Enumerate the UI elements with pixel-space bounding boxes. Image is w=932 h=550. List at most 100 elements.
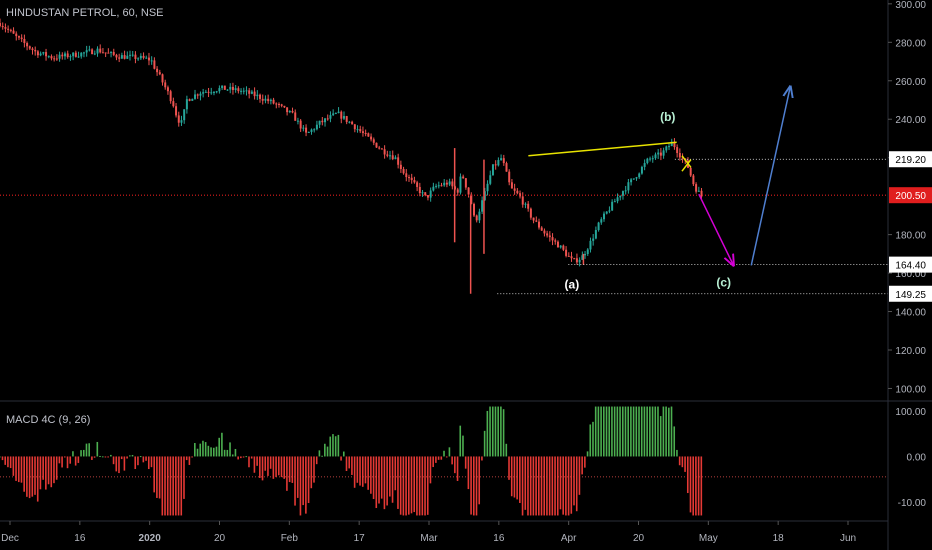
macd-bar: [283, 456, 285, 479]
macd-bar: [594, 406, 597, 457]
macd-bar: [26, 456, 28, 497]
candle-body: [237, 88, 240, 92]
candle-body: [407, 177, 410, 179]
macd-bar: [540, 456, 543, 516]
candle-body: [55, 58, 58, 60]
candle-body: [123, 55, 126, 59]
candle-body: [240, 90, 243, 92]
candle-body: [676, 147, 679, 154]
candle-body: [275, 103, 278, 105]
price-tick-label: 140.00: [895, 308, 926, 319]
macd-bar: [535, 456, 537, 516]
candle-body: [405, 173, 408, 178]
macd-bar: [64, 456, 66, 458]
macd-bar: [110, 454, 112, 457]
macd-bar: [50, 456, 53, 488]
time-tick-label: Mar: [420, 533, 438, 544]
candle-body: [516, 190, 519, 194]
macd-bar: [608, 406, 611, 457]
macd-bar: [326, 446, 329, 457]
macd-bar: [259, 456, 261, 478]
candle-body: [245, 90, 248, 92]
candle-body: [166, 87, 169, 92]
macd-bar: [483, 430, 486, 457]
macd-bar: [556, 456, 559, 516]
macd-bar: [570, 456, 573, 514]
macd-bar: [28, 456, 31, 499]
candle-body: [429, 190, 432, 198]
macd-bar: [486, 410, 489, 457]
macd-bar: [481, 456, 483, 461]
macd-bar: [462, 435, 464, 457]
candle-body: [191, 98, 194, 101]
candle-body: [386, 154, 389, 156]
candle-body: [464, 178, 467, 188]
macd-bar: [700, 456, 703, 516]
macd-bar: [142, 456, 145, 463]
macd-bar: [356, 456, 359, 483]
candle-body: [475, 215, 478, 221]
macd-bar: [389, 456, 391, 497]
macd-bar: [678, 456, 681, 466]
candle-body: [578, 259, 581, 263]
macd-bar: [93, 456, 96, 458]
candle-body: [605, 211, 608, 214]
candle-body: [573, 258, 576, 260]
candle-body: [548, 235, 551, 238]
candle-body: [348, 121, 351, 123]
candle-body: [659, 152, 662, 156]
price-tick-label: 240.00: [895, 115, 926, 126]
macd-bar: [513, 456, 516, 498]
candle-body: [448, 181, 451, 185]
candle-body: [131, 54, 134, 56]
macd-bar: [185, 456, 188, 461]
macd-bar: [386, 456, 388, 506]
candle-body: [318, 120, 321, 125]
candle-body: [161, 74, 164, 83]
macd-bar: [332, 434, 334, 457]
candle-body: [624, 190, 627, 192]
macd-bar: [226, 449, 229, 457]
candle-body: [646, 158, 649, 164]
macd-bar: [597, 406, 600, 457]
macd-bar: [74, 456, 77, 466]
candle-body: [445, 182, 448, 185]
macd-bar: [603, 406, 605, 457]
macd-bar: [156, 456, 158, 498]
price-chart[interactable]: (a)(b)(c) 300.00280.00260.00240.00220.00…: [0, 0, 932, 550]
candle-body: [502, 158, 505, 164]
macd-bar: [581, 456, 583, 475]
macd-bar: [448, 447, 451, 457]
macd-bar: [139, 456, 142, 458]
candle-body: [218, 88, 221, 92]
macd-bar: [96, 441, 99, 457]
macd-bar: [55, 456, 58, 480]
candle-body: [58, 54, 61, 59]
macd-bar: [345, 456, 348, 471]
macd-bar: [435, 456, 437, 463]
macd-bar: [451, 456, 453, 465]
candle-body: [559, 245, 562, 248]
candle-body: [118, 57, 121, 59]
macd-bar: [359, 456, 361, 486]
candle-body: [196, 94, 199, 96]
macd-bar: [627, 406, 629, 457]
candle-body: [34, 50, 37, 52]
macd-bar: [329, 436, 332, 457]
macd-bar: [231, 454, 234, 457]
time-tick-label: 20: [214, 533, 226, 544]
time-tick-label: Apr: [561, 533, 577, 544]
macd-bar: [494, 406, 497, 457]
macd-bar: [269, 456, 272, 469]
price-tick-label: 100.00: [895, 384, 926, 395]
candle-body: [529, 208, 532, 218]
candle-body: [435, 185, 438, 187]
candle-body: [188, 99, 191, 101]
macd-bar: [88, 443, 90, 457]
candle-body: [215, 91, 218, 93]
macd-bar: [324, 443, 326, 457]
candle-body: [508, 171, 511, 183]
macd-bar: [684, 456, 686, 472]
candle-body: [638, 173, 641, 178]
candle-body: [697, 190, 700, 192]
